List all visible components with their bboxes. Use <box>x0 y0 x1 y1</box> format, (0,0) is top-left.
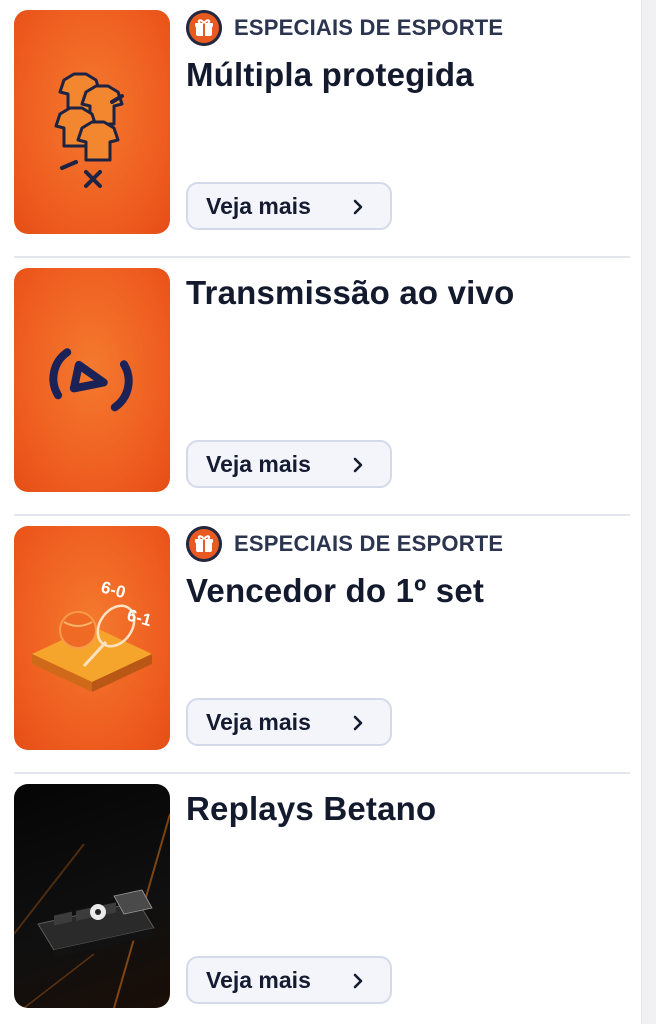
chevron-right-icon <box>353 715 363 731</box>
score-text-1: 6-0 <box>99 578 128 603</box>
see-more-label: Veja mais <box>206 192 311 219</box>
see-more-label: Veja mais <box>206 966 311 993</box>
promo-card[interactable]: Replays Betano Veja mais <box>0 774 640 1024</box>
promo-title: Múltipla protegida <box>186 56 474 93</box>
category-tag-label: ESPECIAIS DE ESPORTE <box>234 531 504 556</box>
promo-title: Vencedor do 1º set <box>186 572 485 609</box>
see-more-label: Veja mais <box>206 450 311 477</box>
promo-image-replays[interactable] <box>14 784 170 1008</box>
see-more-button[interactable]: Veja mais <box>186 698 392 746</box>
promo-title: Transmissão ao vivo <box>186 274 515 311</box>
score-text-2: 6-1 <box>125 606 154 631</box>
see-more-button[interactable]: Veja mais <box>186 440 392 488</box>
promo-image-tennis[interactable]: 6-0 6-1 <box>14 526 170 750</box>
promo-card[interactable]: 6-0 6-1 ESPECIAIS DE ESPORTE Vencedor do… <box>0 516 640 774</box>
see-more-button[interactable]: Veja mais <box>186 956 392 1004</box>
gift-icon <box>186 10 222 46</box>
category-tag-label: ESPECIAIS DE ESPORTE <box>234 15 504 40</box>
jerseys-cross-icon <box>54 72 124 188</box>
category-tag: ESPECIAIS DE ESPORTE <box>186 10 503 46</box>
promo-list: ESPECIAIS DE ESPORTE Múltipla protegida … <box>0 0 640 1024</box>
see-more-label: Veja mais <box>206 708 311 735</box>
promo-card[interactable]: ESPECIAIS DE ESPORTE Múltipla protegida … <box>0 0 640 258</box>
gift-icon <box>186 526 222 562</box>
promo-card[interactable]: Transmissão ao vivo Veja mais <box>0 258 640 516</box>
chevron-right-icon <box>353 973 363 989</box>
scrollbar[interactable] <box>641 0 656 1024</box>
see-more-button[interactable]: Veja mais <box>186 182 392 230</box>
promo-image-live[interactable] <box>14 268 170 492</box>
promo-title: Replays Betano <box>186 790 437 827</box>
chevron-right-icon <box>353 457 363 473</box>
category-tag: ESPECIAIS DE ESPORTE <box>186 526 503 562</box>
chevron-right-icon <box>353 199 363 215</box>
live-stream-icon <box>49 348 133 412</box>
promo-image-multipla[interactable] <box>14 10 170 234</box>
replay-device-icon <box>14 813 170 1008</box>
tennis-score-icon: 6-0 6-1 <box>32 578 154 692</box>
